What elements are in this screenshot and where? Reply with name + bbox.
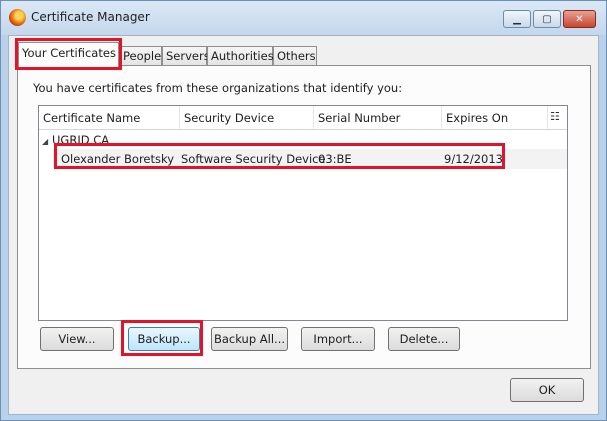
group-name: UGRID CA <box>52 133 110 147</box>
table-row[interactable]: Olexander Boretsky Software Security Dev… <box>53 149 567 169</box>
dialog-body: Your Certificates People Servers Authori… <box>8 35 599 415</box>
tree-group-row[interactable]: ◢ UGRID CA <box>39 132 567 149</box>
table-header: Certificate Name Security Device Serial … <box>39 106 567 130</box>
tab-authorities[interactable]: Authorities <box>207 46 274 66</box>
column-picker-icon[interactable]: ☷ <box>550 110 564 124</box>
tab-others[interactable]: Others <box>273 46 317 66</box>
tab-people[interactable]: People <box>119 46 162 66</box>
cell-security-device: Software Security Device <box>181 152 326 166</box>
cell-expires-on: 9/12/2013 <box>444 152 503 166</box>
window-title: Certificate Manager <box>31 10 150 24</box>
maximize-icon: ▢ <box>542 13 552 25</box>
import-button[interactable]: Import... <box>301 327 375 351</box>
cell-certificate-name: Olexander Boretsky <box>61 152 175 166</box>
view-button[interactable]: View... <box>40 327 114 351</box>
column-serial-number[interactable]: Serial Number <box>314 106 442 129</box>
close-button[interactable]: ✕ <box>563 10 596 28</box>
close-icon: ✕ <box>575 13 584 25</box>
certificate-tree[interactable]: Certificate Name Security Device Serial … <box>38 105 568 321</box>
backup-all-button[interactable]: Backup All... <box>211 327 288 351</box>
title-bar[interactable]: Certificate Manager ▁ ▢ ✕ <box>1 1 606 35</box>
minimize-button[interactable]: ▁ <box>503 10 531 28</box>
column-expires-on[interactable]: Expires On <box>442 106 548 129</box>
cell-serial-number: 03:BE <box>318 152 352 166</box>
certificate-manager-window: Certificate Manager ▁ ▢ ✕ Your Certifica… <box>0 0 607 421</box>
ok-button[interactable]: OK <box>510 378 584 402</box>
column-certificate-name[interactable]: Certificate Name <box>39 106 180 129</box>
intro-text: You have certificates from these organiz… <box>33 81 403 95</box>
maximize-button[interactable]: ▢ <box>533 10 561 28</box>
minimize-icon: ▁ <box>513 13 521 25</box>
column-security-device[interactable]: Security Device <box>180 106 314 129</box>
expand-triangle-icon[interactable]: ◢ <box>42 137 52 146</box>
firefox-icon <box>9 9 26 26</box>
tab-your-certificates[interactable]: Your Certificates <box>18 42 119 67</box>
delete-button[interactable]: Delete... <box>388 327 460 351</box>
tab-servers[interactable]: Servers <box>162 46 210 66</box>
backup-button[interactable]: Backup... <box>128 327 200 351</box>
